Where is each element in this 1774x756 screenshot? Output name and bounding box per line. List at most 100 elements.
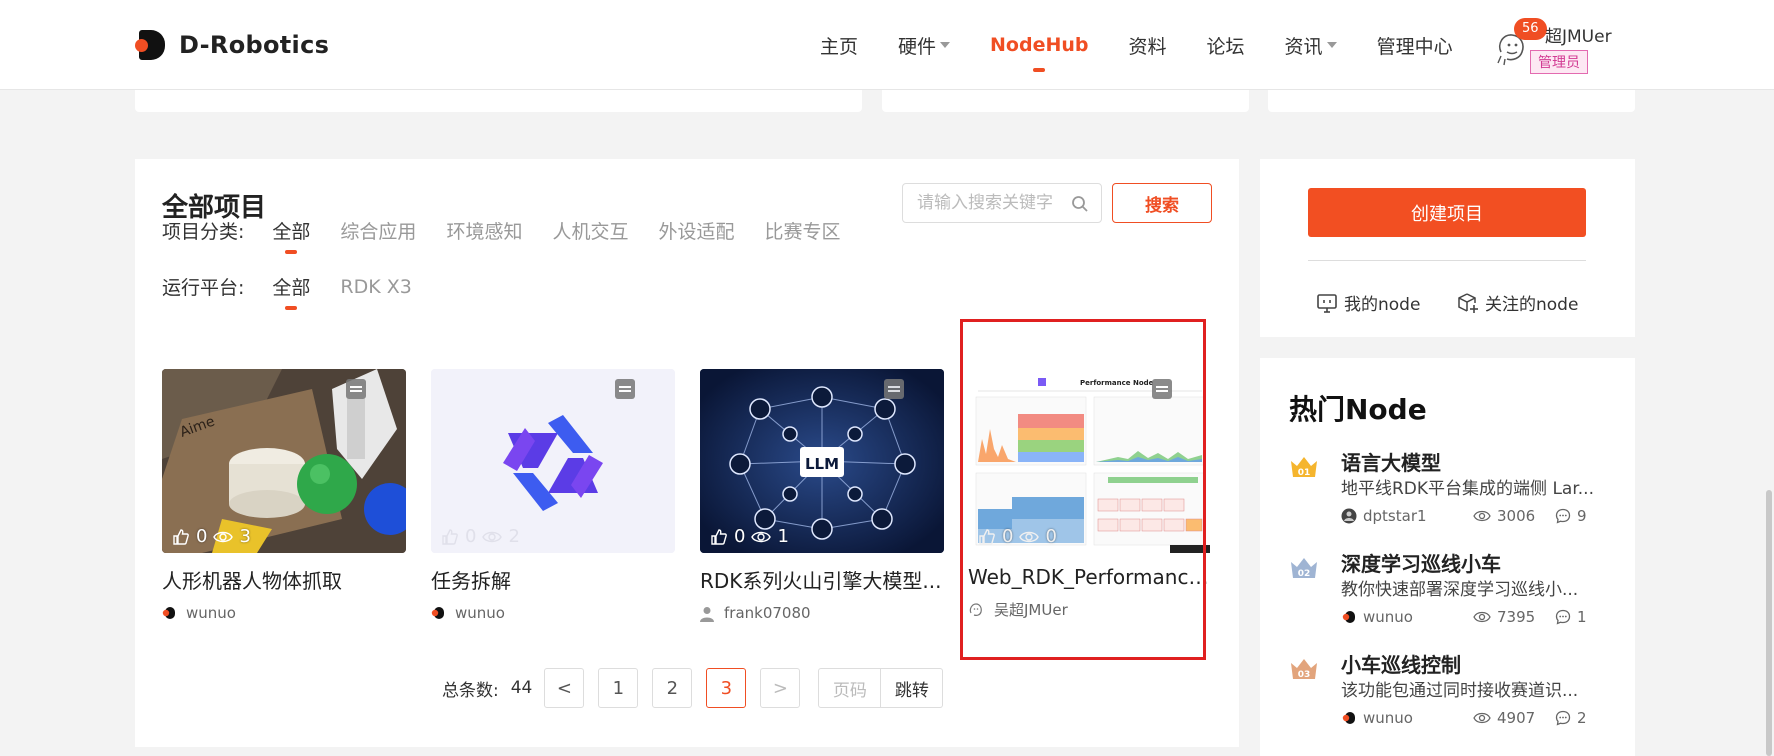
svg-text:03: 03 — [1298, 670, 1311, 680]
platform-option[interactable]: RDK X3 — [340, 276, 411, 298]
author-avatar-icon — [1341, 508, 1357, 524]
project-card[interactable]: Aime 0 3 人形机器人物体抓取 wunuo — [162, 369, 406, 622]
page-button-2[interactable]: 2 — [652, 668, 693, 708]
hot-node-author[interactable]: wunuo — [1341, 608, 1473, 626]
like-icon[interactable] — [441, 528, 459, 546]
user-name[interactable]: 超JMUer — [1545, 22, 1612, 47]
total-count: 44 — [510, 678, 533, 698]
hot-node-panel: 热门Node 01 语言大模型 地平线RDK平台集成的端侧 Lar... dpt… — [1260, 358, 1635, 756]
author-name: frank07080 — [724, 604, 811, 622]
view-count: 7395 — [1497, 608, 1536, 626]
settings-icon[interactable] — [884, 379, 904, 399]
hot-node-name[interactable]: 语言大模型 — [1341, 447, 1441, 476]
search-icon[interactable] — [1071, 195, 1089, 213]
hot-node-meta: wunuo 7395 1 — [1341, 608, 1587, 626]
hot-node-views: 4907 — [1473, 709, 1555, 727]
project-author[interactable]: wunuo — [431, 604, 675, 622]
project-card[interactable]: LLM 0 1 RDK系列火山引擎大模型... frank07080 — [700, 369, 944, 622]
page-number-input[interactable]: 页码 — [818, 668, 882, 708]
hot-node-comments: 2 — [1555, 709, 1587, 727]
author-logo-icon — [1342, 712, 1355, 724]
svg-text:LLM: LLM — [805, 455, 839, 473]
platform-filter: 运行平台: 全部 RDK X3 — [162, 273, 442, 310]
page-scrollbar[interactable] — [1766, 490, 1772, 756]
my-node-link[interactable]: 我的node — [1316, 290, 1420, 315]
card-stats: 0 1 — [710, 526, 789, 547]
author-name: 吴超JMUer — [994, 601, 1068, 619]
project-title[interactable]: RDK系列火山引擎大模型... — [700, 565, 944, 594]
jump-button[interactable]: 跳转 — [881, 668, 944, 708]
page-button-1[interactable]: 1 — [598, 668, 639, 708]
category-option[interactable]: 外设适配 — [658, 217, 734, 244]
rank-crown-icon: 03 — [1291, 659, 1317, 680]
hot-node-title: 热门Node — [1289, 393, 1427, 426]
prev-page-button[interactable]: < — [544, 668, 585, 708]
project-title[interactable]: 任务拆解 — [431, 565, 675, 594]
hot-node-name[interactable]: 深度学习巡线小车 — [1341, 548, 1501, 577]
author-logo-icon — [162, 606, 176, 620]
like-count: 0 — [196, 526, 208, 547]
search-box[interactable] — [902, 183, 1102, 223]
nav-item-nodehub[interactable]: NodeHub — [990, 0, 1089, 90]
hot-node-author[interactable]: wunuo — [1341, 709, 1473, 727]
notification-badge[interactable]: 56 — [1514, 18, 1547, 40]
hot-node-name[interactable]: 小车巡线控制 — [1341, 649, 1461, 678]
settings-icon[interactable] — [615, 379, 635, 399]
next-page-button[interactable]: > — [760, 668, 801, 708]
user-menu[interactable]: 56 超JMUer 管理员 — [1495, 18, 1635, 78]
project-thumbnail[interactable]: Performance Node 0 0 — [968, 369, 1212, 553]
settings-icon[interactable] — [1152, 379, 1172, 399]
project-author[interactable]: 吴超JMUer — [968, 599, 1212, 620]
page-button-3[interactable]: 3 — [706, 668, 747, 708]
search-input[interactable] — [903, 184, 1063, 222]
comment-icon — [1555, 609, 1571, 625]
like-icon[interactable] — [978, 528, 996, 546]
hot-node-author[interactable]: dptstar1 — [1341, 507, 1473, 525]
category-option-all[interactable]: 全部 — [272, 217, 310, 254]
author-logo-icon — [431, 606, 445, 620]
project-title[interactable]: 人形机器人物体抓取 — [162, 565, 406, 594]
project-author[interactable]: wunuo — [162, 604, 406, 622]
project-thumbnail[interactable]: LLM 0 1 — [700, 369, 944, 553]
platform-option-all[interactable]: 全部 — [272, 273, 310, 310]
project-author[interactable]: frank07080 — [700, 604, 944, 622]
hot-node-views: 7395 — [1473, 608, 1555, 626]
project-thumbnail[interactable]: Aime 0 3 — [162, 369, 406, 553]
view-icon — [213, 531, 234, 542]
view-count: 3006 — [1497, 507, 1536, 525]
settings-icon[interactable] — [346, 379, 366, 399]
filter-label: 运行平台: — [162, 277, 245, 299]
nav-item-news[interactable]: 资讯 — [1285, 0, 1337, 90]
logo-text: D-Robotics — [179, 31, 330, 59]
logo[interactable]: D-Robotics — [135, 30, 329, 60]
monitor-icon — [1317, 293, 1337, 313]
author-name: dptstar1 — [1363, 507, 1427, 525]
view-icon — [751, 531, 772, 542]
nav-item-docs[interactable]: 资料 — [1129, 0, 1167, 90]
nav-label: 论坛 — [1206, 35, 1245, 58]
card-stats: 0 0 — [978, 526, 1057, 547]
view-icon — [1019, 531, 1040, 542]
nav-item-forum[interactable]: 论坛 — [1207, 0, 1245, 90]
nav-item-admin[interactable]: 管理中心 — [1377, 0, 1453, 90]
view-icon — [482, 531, 503, 542]
cube-add-icon — [1458, 292, 1478, 313]
nav-item-home[interactable]: 主页 — [820, 0, 858, 90]
create-project-button[interactable]: 创建项目 — [1308, 188, 1586, 237]
category-option[interactable]: 综合应用 — [340, 217, 416, 244]
comment-count: 2 — [1577, 709, 1587, 727]
project-card[interactable]: 0 2 任务拆解 wunuo — [431, 369, 675, 622]
thumbnail-heading: Performance Node — [1080, 379, 1154, 387]
nav-item-hardware[interactable]: 硬件 — [898, 0, 951, 90]
like-icon[interactable] — [172, 528, 190, 546]
search-button[interactable]: 搜索 — [1112, 183, 1212, 223]
category-option[interactable]: 人机交互 — [552, 217, 628, 244]
project-title[interactable]: Web_RDK_Performance_N... — [968, 565, 1212, 589]
project-card[interactable]: Performance Node 0 0 Web_RDK_Performance… — [968, 369, 1212, 620]
category-option[interactable]: 比赛专区 — [764, 217, 840, 244]
category-option[interactable]: 环境感知 — [446, 217, 522, 244]
hot-node-comments: 1 — [1555, 608, 1587, 626]
project-thumbnail[interactable]: 0 2 — [431, 369, 675, 553]
followed-node-link[interactable]: 关注的node — [1457, 290, 1578, 315]
like-icon[interactable] — [710, 528, 728, 546]
